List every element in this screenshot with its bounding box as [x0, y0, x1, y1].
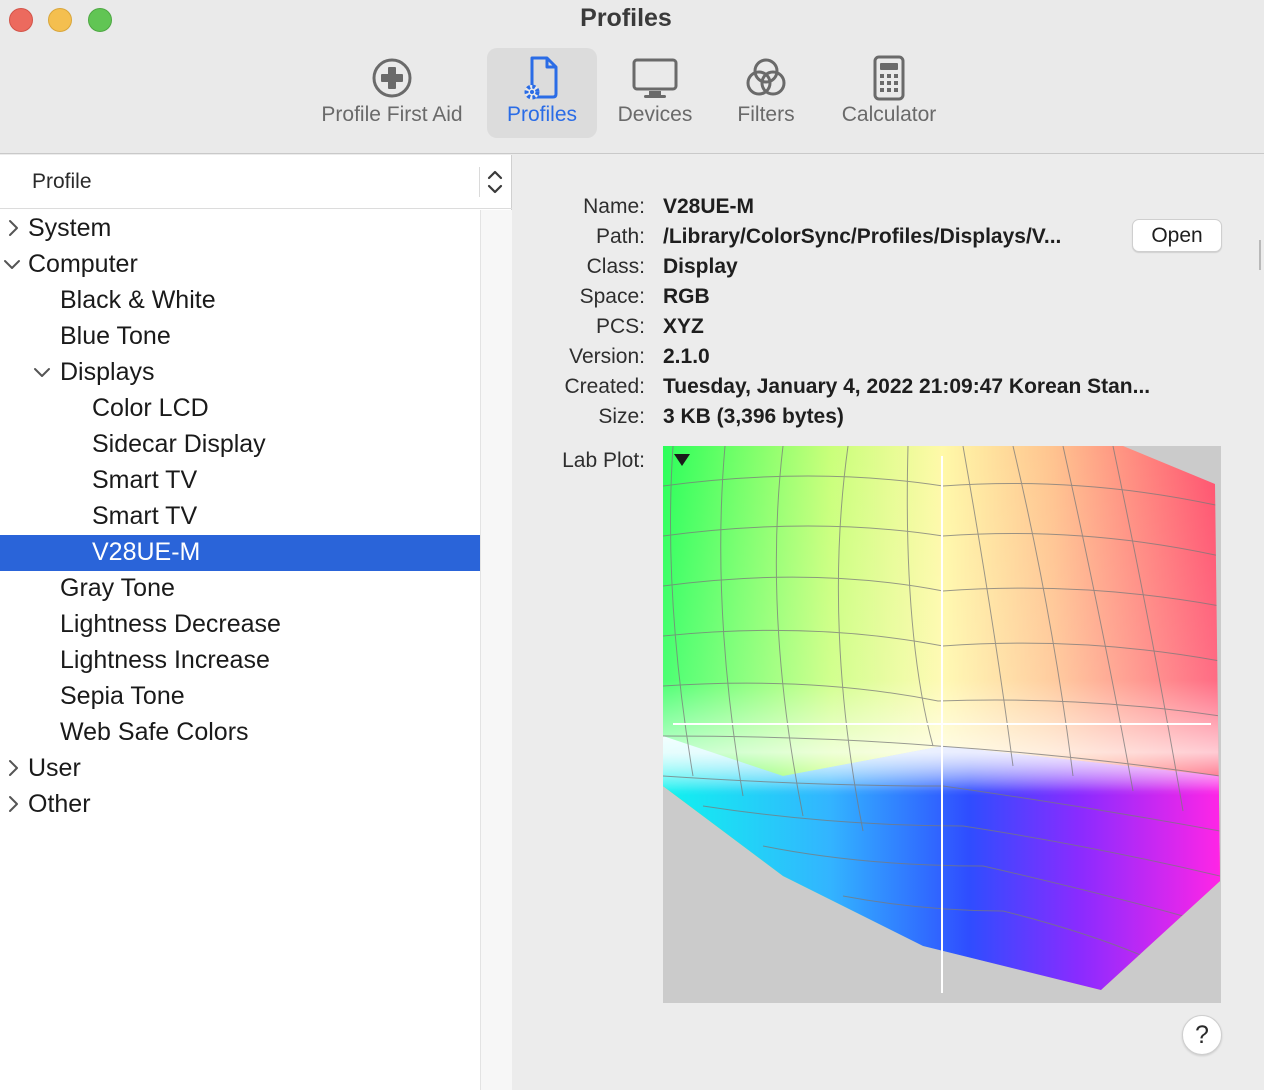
- pcs-value: XYZ: [663, 315, 704, 338]
- tree-item-label: Sepia Tone: [60, 682, 185, 710]
- profile-sidebar: Profile System Computer Black & White Bl…: [0, 155, 512, 1090]
- class-value: Display: [663, 255, 738, 278]
- space-label: Space:: [579, 285, 645, 308]
- tree-item-label: Sidecar Display: [92, 430, 266, 458]
- path-label: Path:: [595, 225, 645, 248]
- first-aid-icon: [372, 58, 412, 98]
- profile-detail-panel: Name: V28UE-M Path: /Library/ColorSync/P…: [513, 155, 1264, 1090]
- space-value: RGB: [663, 285, 710, 308]
- column-header-label: Profile: [32, 170, 92, 193]
- window-toolbar: Profiles Profile First Aid Profiles Devi…: [0, 0, 1264, 154]
- tree-item-black-white[interactable]: Black & White: [0, 283, 480, 319]
- path-value: /Library/ColorSync/Profiles/Displays/V..…: [663, 225, 1062, 248]
- version-label: Version:: [569, 345, 645, 368]
- lab-plot-gamut-graphic: [663, 446, 1220, 993]
- tree-item-label: V28UE-M: [92, 538, 201, 566]
- tree-item-color-lcd[interactable]: Color LCD: [0, 391, 480, 427]
- tree-item-sepia-tone[interactable]: Sepia Tone: [0, 679, 480, 715]
- tree-item-label: Displays: [60, 358, 155, 386]
- tree-item-label: System: [28, 214, 112, 242]
- tree-item-computer[interactable]: Computer: [0, 247, 480, 283]
- toolbar-profiles[interactable]: Profiles: [487, 48, 597, 138]
- created-value: Tuesday, January 4, 2022 21:09:47 Korean…: [663, 375, 1151, 398]
- tree-item-system[interactable]: System: [0, 211, 480, 247]
- window-resize-handle[interactable]: [1258, 240, 1262, 270]
- sort-chevrons-icon[interactable]: [484, 167, 506, 197]
- profiles-document-icon: [524, 56, 558, 100]
- chevron-right-icon[interactable]: [5, 217, 21, 239]
- tree-item-web-safe-colors[interactable]: Web Safe Colors: [0, 715, 480, 751]
- chevron-down-icon[interactable]: [2, 253, 22, 275]
- tree-item-sidecar-display[interactable]: Sidecar Display: [0, 427, 480, 463]
- toolbar-label: Profile First Aid: [321, 103, 463, 126]
- tree-item-label: Web Safe Colors: [60, 718, 249, 746]
- filters-circles-icon: [746, 58, 786, 96]
- size-label: Size:: [598, 405, 645, 428]
- lab-plot[interactable]: [663, 446, 1221, 1003]
- chevron-right-icon[interactable]: [5, 793, 21, 815]
- calculator-icon: [873, 55, 905, 101]
- name-label: Name:: [583, 195, 645, 218]
- lab-plot-label: Lab Plot:: [562, 449, 645, 472]
- tree-item-label: Gray Tone: [60, 574, 175, 602]
- open-path-button[interactable]: Open: [1132, 219, 1222, 252]
- tree-item-smart-tv[interactable]: Smart TV: [0, 463, 480, 499]
- tree-item-label: Smart TV: [92, 502, 198, 530]
- tree-item-lightness-increase[interactable]: Lightness Increase: [0, 643, 480, 679]
- version-value: 2.1.0: [663, 345, 710, 368]
- profile-column-header[interactable]: Profile: [0, 155, 512, 209]
- tree-item-displays[interactable]: Displays: [0, 355, 480, 391]
- pcs-label: PCS:: [595, 315, 645, 338]
- toolbar-profile-first-aid[interactable]: Profile First Aid: [306, 48, 478, 138]
- created-label: Created:: [564, 375, 645, 398]
- class-label: Class:: [586, 255, 645, 278]
- sidebar-scrollbar-track[interactable]: [480, 210, 512, 1090]
- tree-item-v28ue-m[interactable]: V28UE-M: [0, 535, 480, 571]
- tree-item-label: Smart TV: [92, 466, 198, 494]
- name-value: V28UE-M: [663, 195, 755, 218]
- display-icon: [632, 58, 678, 98]
- size-value: 3 KB (3,396 bytes): [663, 405, 844, 428]
- toolbar-label: Devices: [617, 103, 693, 126]
- toolbar-label: Filters: [737, 103, 795, 126]
- toolbar-filters[interactable]: Filters: [720, 48, 812, 138]
- tree-item-label: Lightness Decrease: [60, 610, 281, 638]
- toolbar-devices[interactable]: Devices: [606, 48, 704, 138]
- toolbar-calculator[interactable]: Calculator: [826, 48, 952, 138]
- tree-item-gray-tone[interactable]: Gray Tone: [0, 571, 480, 607]
- toolbar-label: Calculator: [841, 103, 937, 126]
- tree-item-label: Color LCD: [92, 394, 209, 422]
- tree-item-label: User: [28, 754, 81, 782]
- tree-item-blue-tone[interactable]: Blue Tone: [0, 319, 480, 355]
- window-title: Profiles: [580, 4, 672, 32]
- tree-item-lightness-decrease[interactable]: Lightness Decrease: [0, 607, 480, 643]
- column-divider: [479, 167, 480, 197]
- tree-item-label: Blue Tone: [60, 322, 171, 350]
- chevron-down-icon[interactable]: [32, 361, 52, 383]
- tree-item-label: Black & White: [60, 286, 216, 314]
- tree-item-user[interactable]: User: [0, 751, 480, 787]
- tree-item-smart-tv[interactable]: Smart TV: [0, 499, 480, 535]
- help-button[interactable]: ?: [1182, 1015, 1222, 1055]
- tree-item-label: Lightness Increase: [60, 646, 270, 674]
- tree-item-label: Other: [28, 790, 91, 818]
- tree-item-label: Computer: [28, 250, 138, 278]
- tree-item-other[interactable]: Other: [0, 787, 480, 823]
- chevron-right-icon[interactable]: [5, 757, 21, 779]
- toolbar-label: Profiles: [506, 103, 578, 126]
